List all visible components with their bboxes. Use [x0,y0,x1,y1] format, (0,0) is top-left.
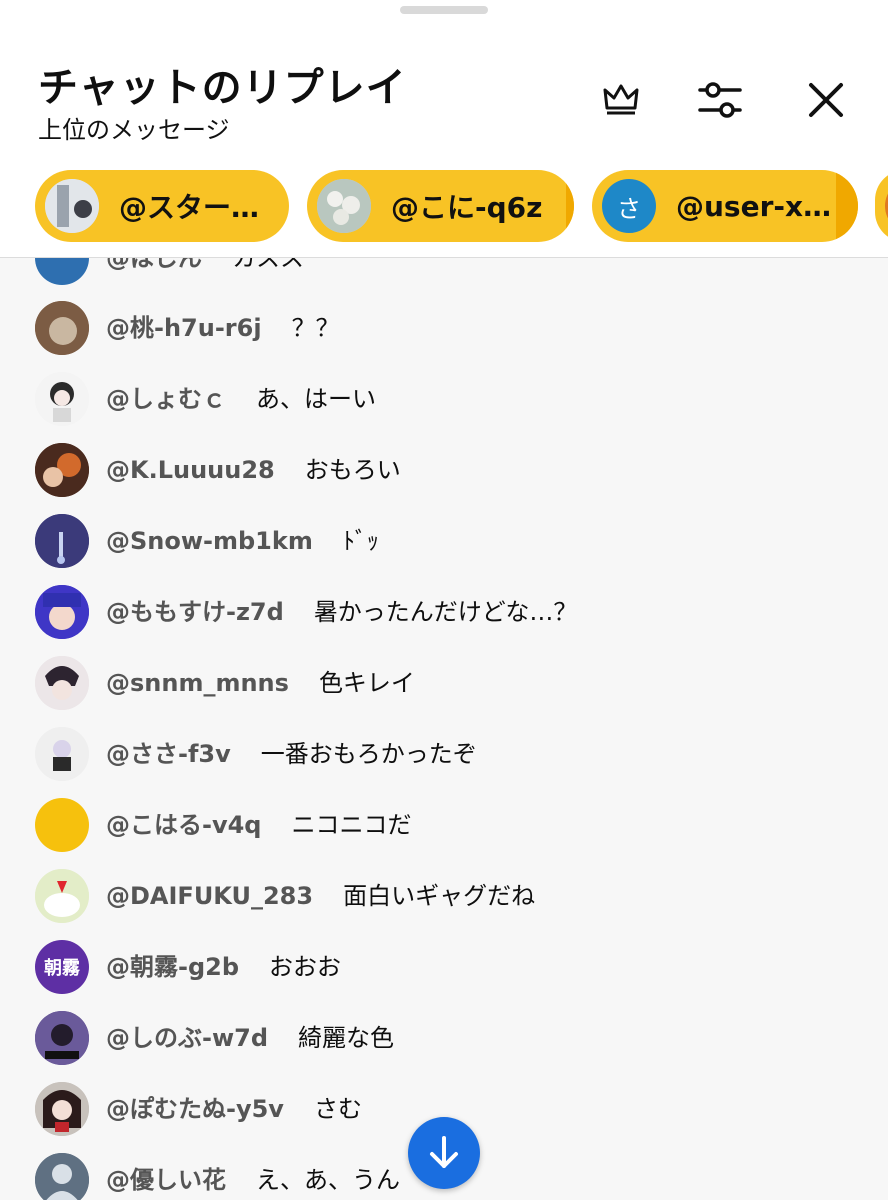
close-button[interactable] [800,74,852,126]
message-text: 一番おもろかったぞ [260,740,477,768]
page-title: チャットのリプレイ [38,65,407,111]
message-text: ﾄﾞｯ [342,527,379,555]
crown-icon [603,84,639,115]
chat-message: @しょむｃ あ、はーい [0,364,888,434]
chip-user-1[interactable]: @スター… [35,170,289,242]
avatar: さ [602,179,656,233]
message-text: ニコニコだ [291,811,412,839]
arrow-down-icon [430,1136,458,1168]
author-name[interactable]: @K.Luuuu28 [106,456,275,484]
chat-message: @Snow-mb1km ﾄﾞｯ [0,506,888,576]
message-text: ？？ [291,314,340,342]
drag-handle[interactable] [400,6,488,14]
avatar [35,514,89,568]
crown-button[interactable] [595,74,647,126]
message-text: あ、はーい [256,385,376,413]
chat-message: @K.Luuuu28 おもろい [0,435,888,505]
author-name[interactable]: @DAIFUKU_283 [106,882,313,910]
chip-label: @スター… [119,191,260,224]
author-name[interactable]: @Snow-mb1km [106,527,313,555]
author-name[interactable]: @snnm_mnns [106,669,289,697]
avatar [35,585,89,639]
chat-message: @DAIFUKU_283 面白いギャグだね [0,861,888,931]
avatar [35,798,89,852]
author-name[interactable]: @こはる-v4q [106,811,261,839]
author-name[interactable]: @朝霧-g2b [106,953,239,981]
avatar [35,727,89,781]
message-text: 暑かったんだけどな…？ [313,598,578,626]
chip-user-2[interactable]: @こに-q6z [307,170,574,242]
avatar [35,258,89,285]
avatar [35,869,89,923]
author-name[interactable]: @ぽむたぬ-y5v [106,1095,284,1123]
message-text: おもろい [304,456,401,484]
chat-message: @ほじん カスス [0,258,888,293]
filter-mode-label[interactable]: 上位のメッセージ [38,110,230,145]
author-name[interactable]: @しのぶ-w7d [106,1024,268,1052]
chat-message: @ささ-f3v 一番おもろかったぞ [0,719,888,789]
filter-sliders-icon [698,82,742,118]
message-text: え、あ、うん [256,1166,400,1194]
chat-message: @しのぶ-w7d 綺麗な色 [0,1003,888,1073]
default-avatar-icon [35,1153,89,1200]
chat-replay-header: チャットのリプレイ 上位のメッセージ @スター… @こに-q6z さ @user… [0,0,888,258]
author-name[interactable]: @ささ-f3v [106,740,231,768]
chat-message-list[interactable]: @ほじん カスス @桃-h7u-r6j ？？ @しょむｃ あ、はーい @K.Luuuu… [0,258,888,1200]
message-text: 色キレイ [318,669,415,697]
avatar [35,443,89,497]
chip-label: @user-xj... [676,189,838,223]
chat-message: @こはる-v4q ニコニコだ [0,790,888,860]
author-name[interactable]: @ほじん [106,258,202,272]
avatar [317,179,371,233]
top-donor-chips: @スター… @こに-q6z さ @user-xj... [0,170,888,242]
author-name[interactable]: @桃-h7u-r6j [106,314,262,342]
chat-message: 朝霧 @朝霧-g2b おおお [0,932,888,1002]
filter-button[interactable] [694,74,746,126]
avatar [35,1082,89,1136]
message-text: 面白いギャグだね [343,882,536,910]
avatar [45,179,99,233]
scroll-to-latest-button[interactable] [408,1117,480,1189]
chat-message: @snnm_mnns 色キレイ [0,648,888,718]
author-name[interactable]: @しょむｃ [106,385,226,413]
author-name[interactable]: @ももすけ-z7d [106,598,284,626]
chat-message: @桃-h7u-r6j ？？ [0,293,888,363]
close-icon [809,83,843,117]
avatar [35,301,89,355]
chip-user-4[interactable] [875,170,888,242]
message-text: おおお [269,953,342,981]
avatar: 朝霧 [35,940,89,994]
message-text: 綺麗な色 [298,1024,395,1052]
avatar [35,656,89,710]
avatar [35,1011,89,1065]
chip-user-3[interactable]: さ @user-xj... [592,170,858,242]
chat-message: @ももすけ-z7d 暑かったんだけどな…？ [0,577,888,647]
message-text: カスス [232,258,304,272]
author-name[interactable]: @優しい花 [106,1166,226,1194]
avatar [35,1153,89,1200]
chip-label: @こに-q6z [391,191,543,224]
message-text: さむ [313,1095,362,1123]
avatar [35,372,89,426]
